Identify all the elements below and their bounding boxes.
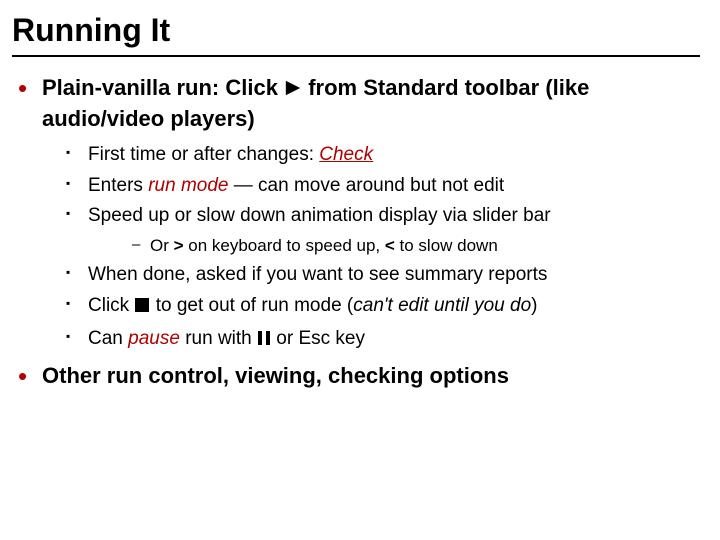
subsub-1-post: to slow down [395,236,498,255]
subsub-1-key1: > [174,236,184,255]
sub-5-em: can't edit until you do [353,295,531,316]
bullet-1: Plain-vanilla run: Click from Standard t… [12,73,700,353]
sub-3-text: Speed up or slow down animation display … [88,205,551,226]
subsub-list: Or > on keyboard to speed up, < to slow … [88,235,700,257]
sub-5-post-pre: to get out of run mode ( [150,295,353,316]
sub-2-post: — can move around but not edit [228,175,504,196]
sub-5-pre: Click [88,295,134,316]
play-icon [284,75,302,104]
bullet-2-headline: Other run control, viewing, checking opt… [42,363,509,388]
sub-3: Speed up or slow down animation display … [42,204,700,257]
subsub-1: Or > on keyboard to speed up, < to slow … [88,235,700,257]
sub-1: First time or after changes: Check [42,143,700,168]
sub-5-post-post: ) [531,295,537,316]
slide: Running It Plain-vanilla run: Click from… [0,0,720,390]
sub-4-text: When done, asked if you want to see summ… [88,264,547,285]
sub-2-pre: Enters [88,175,148,196]
subsub-1-key2: < [385,236,395,255]
bullet-1-text-pre: Plain-vanilla run: Click [42,75,284,100]
sub-list-1: First time or after changes: Check Enter… [42,143,700,353]
sub-4: When done, asked if you want to see summ… [42,263,700,288]
sub-2: Enters run mode — can move around but no… [42,174,700,199]
bullet-2: Other run control, viewing, checking opt… [12,361,700,390]
sub-6-em: pause [128,328,180,349]
subsub-1-pre: Or [150,236,174,255]
pause-icon [257,329,271,354]
bullet-list: Plain-vanilla run: Click from Standard t… [12,73,700,390]
stop-icon [134,296,150,321]
sub-6-post-pre: run with [180,328,257,349]
sub-2-em: run mode [148,175,228,196]
sub-5: Click to get out of run mode (can't edit… [42,294,700,321]
sub-1-em: Check [319,144,373,165]
bullet-1-headline: Plain-vanilla run: Click from Standard t… [42,75,589,131]
sub-6-post-post: or Esc key [271,328,365,349]
sub-6: Can pause run with or Esc key [42,327,700,354]
sub-1-pre: First time or after changes: [88,144,319,165]
subsub-1-mid: on keyboard to speed up, [184,236,385,255]
slide-title: Running It [12,12,700,49]
sub-6-pre: Can [88,328,128,349]
title-rule [12,55,700,57]
